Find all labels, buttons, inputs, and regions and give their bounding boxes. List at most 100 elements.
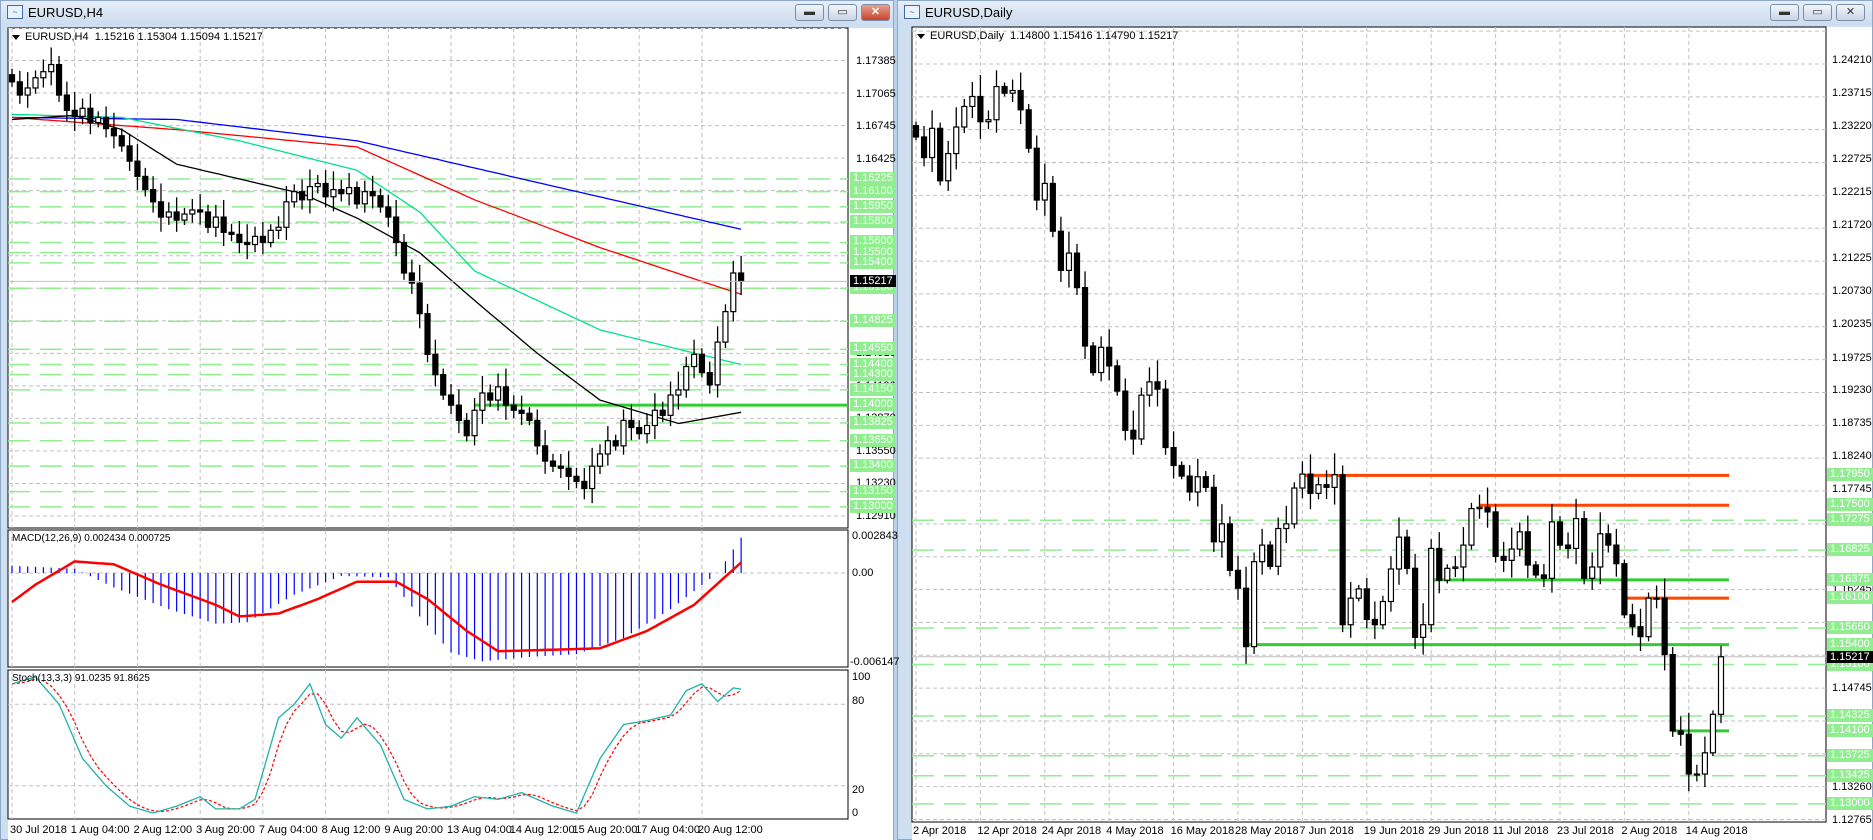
macd-scale-bottom: -0.006147 — [850, 656, 900, 668]
candle-bearish — [920, 136, 928, 159]
candle-bearish — [134, 160, 141, 178]
stoch-signal-line — [11, 678, 742, 813]
candle-bearish — [1637, 626, 1644, 638]
candle-bearish — [1323, 484, 1330, 488]
ohlc-values: 1.14800 1.15416 1.14790 1.15217 — [1010, 30, 1179, 42]
time-axis-label: 2 Apr 2018 — [913, 825, 967, 837]
candle-bullish — [95, 116, 102, 124]
price-level-label: 1.16100 — [850, 184, 896, 198]
current-price-label: 1.15217 — [850, 275, 896, 288]
candle-bullish — [993, 85, 1000, 121]
candle-bullish — [251, 235, 259, 246]
candle-bearish — [706, 372, 713, 386]
dropdown-triangle-icon[interactable] — [12, 34, 20, 40]
candle-bullish — [1468, 507, 1475, 546]
candle-bullish — [1315, 484, 1322, 494]
time-axis-label: 13 Aug 04:00 — [447, 824, 512, 836]
candle-bearish — [220, 216, 227, 233]
candle-bullish — [985, 119, 992, 123]
candle-bullish — [189, 209, 196, 215]
candle-bearish — [110, 128, 118, 137]
candle-bullish — [683, 365, 690, 391]
candle-bullish — [275, 226, 282, 231]
price-level-label: 1.15950 — [850, 199, 896, 213]
candle-bearish — [424, 313, 431, 355]
price-level-label: 1.14325 — [1827, 708, 1873, 722]
charts-canvas — [7, 26, 1827, 823]
candle-bearish — [1629, 614, 1636, 628]
candle-bearish — [416, 282, 423, 315]
time-axis-label: 17 Aug 04:00 — [635, 824, 701, 836]
time-axis-label: 2 Aug 2018 — [1621, 825, 1678, 837]
candle-bearish — [487, 392, 494, 401]
candle-bearish — [1621, 563, 1628, 616]
candle-bearish — [126, 145, 133, 162]
candle-bullish — [1508, 548, 1515, 561]
candle-bearish — [1500, 555, 1507, 561]
candle-bearish — [1403, 536, 1411, 569]
candle-bullish — [314, 182, 321, 188]
candle-bearish — [228, 231, 235, 235]
candle-bullish — [953, 126, 960, 155]
candle-bearish — [542, 445, 549, 462]
candle-bullish — [1146, 381, 1153, 396]
price-level-label: 1.15400 — [850, 255, 896, 269]
price-axis-label: 1.17065 — [856, 87, 896, 100]
candle-bearish — [628, 419, 635, 429]
candle-bearish — [1073, 252, 1081, 289]
candle-bullish — [945, 152, 952, 182]
candle-bearish — [1001, 85, 1008, 94]
candle-bullish — [1331, 474, 1338, 488]
candle-bearish — [463, 419, 470, 437]
candle-bearish — [369, 191, 376, 197]
candle-bearish — [1114, 365, 1121, 392]
candle-bearish — [1170, 446, 1177, 467]
candle-bearish — [977, 95, 984, 123]
candle-bearish — [1081, 287, 1089, 347]
candle-bearish — [557, 465, 564, 469]
candle-bullish — [346, 186, 353, 195]
candle-bearish — [298, 191, 306, 201]
time-axis-label: 12 Apr 2018 — [977, 825, 1037, 837]
candle-bearish — [1242, 587, 1250, 648]
candle-bearish — [236, 233, 243, 244]
candle-bearish — [1436, 547, 1443, 581]
candle-bearish — [1492, 511, 1499, 557]
macd-scale-zero: 0.00 — [852, 567, 874, 579]
time-axis-label: 14 Aug 2018 — [1685, 825, 1748, 837]
candle-bullish — [1355, 588, 1362, 599]
moving-average-line — [11, 114, 742, 425]
price-level-label: 1.17950 — [1827, 468, 1873, 482]
candle-bullish — [283, 201, 290, 228]
candle-bullish — [361, 191, 368, 205]
candle-bullish — [32, 77, 39, 89]
candle-bearish — [1226, 523, 1234, 571]
candle-bearish — [1178, 464, 1185, 477]
candle-bearish — [1363, 588, 1370, 621]
candle-bearish — [565, 467, 572, 477]
candle-bullish — [1516, 531, 1523, 550]
price-level-label: 1.13725 — [1827, 748, 1873, 762]
price-level-label: 1.13825 — [850, 415, 896, 429]
time-axis-label: 9 Aug 20:00 — [384, 824, 444, 836]
time-axis-label: 29 Jun 2018 — [1428, 825, 1489, 837]
candle-bearish — [377, 195, 384, 208]
symbol-label: EURUSD,Daily — [930, 30, 1004, 42]
candle-bearish — [510, 404, 517, 411]
price-axis-label: 1.21720 — [1832, 219, 1872, 232]
price-axis-label: 1.21225 — [1832, 252, 1872, 265]
candle-bullish — [48, 63, 55, 73]
pane-frames — [7, 26, 1827, 823]
candle-bearish — [118, 135, 125, 147]
price-level-label: 1.13425 — [1827, 768, 1873, 782]
candle-bullish — [1065, 252, 1073, 271]
price-axis-label: 1.18240 — [1832, 450, 1872, 463]
candle-bearish — [150, 189, 157, 203]
candle-bearish — [1484, 506, 1491, 513]
candle-bearish — [1540, 574, 1548, 579]
price-level-label: 1.13000 — [1827, 796, 1873, 810]
candle-bearish — [612, 440, 619, 447]
dropdown-triangle-icon[interactable] — [917, 33, 925, 39]
price-level-label: 1.13650 — [850, 433, 896, 447]
candle-bullish — [1387, 568, 1395, 603]
